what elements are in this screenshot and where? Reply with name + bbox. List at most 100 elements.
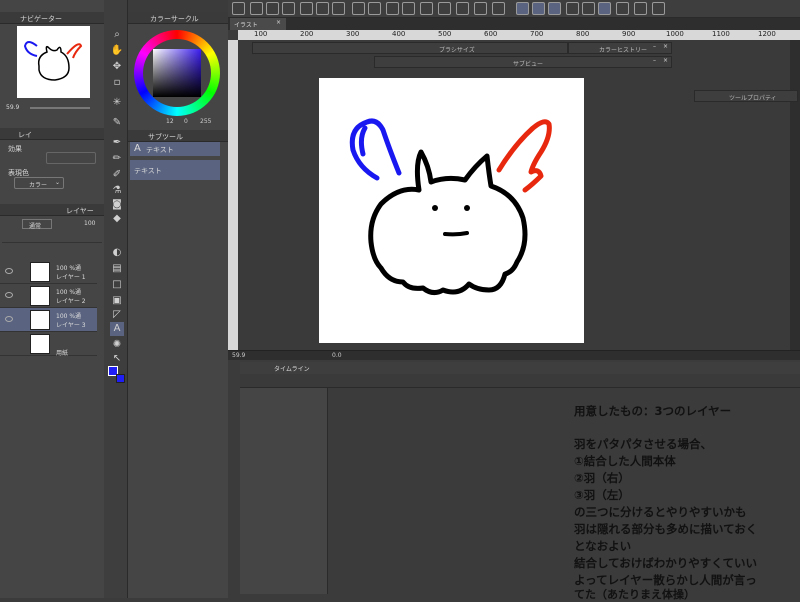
layer-panel-header: レイヤー	[0, 204, 104, 216]
canvas-tab[interactable]: イラスト ×	[230, 18, 286, 30]
sub-color-swatch[interactable]	[116, 374, 125, 383]
eye-icon[interactable]	[5, 316, 13, 322]
pencil-icon[interactable]: ✏	[110, 152, 124, 166]
subtool-tab[interactable]: サブツール	[148, 132, 183, 142]
brush-icon[interactable]: ✐	[110, 168, 124, 182]
note-title: 用意したもの：3つのレイヤー	[574, 404, 732, 418]
navigator-zoom[interactable]: 59.9	[6, 104, 19, 111]
brush-size-panel[interactable]: ブラシサイズ	[252, 42, 568, 54]
ruler-200: 200	[300, 30, 314, 38]
app-icon[interactable]	[232, 2, 245, 15]
deselect-icon[interactable]	[456, 2, 469, 15]
ruler-icon[interactable]: ◸	[110, 308, 124, 322]
frame-icon[interactable]: ▣	[110, 294, 124, 308]
close-icon[interactable]: ×	[276, 19, 281, 26]
zoom-icon[interactable]: ⌕	[110, 28, 124, 42]
eraser-icon[interactable]: ◆	[110, 212, 124, 226]
layer-property-tab[interactable]: レイ	[18, 130, 32, 140]
layer-row-2[interactable]: 100 %通 レイヤー 2	[0, 284, 97, 308]
minimize-icon[interactable]: –	[653, 43, 656, 50]
paper-canvas[interactable]	[319, 78, 584, 343]
snap-line-icon[interactable]	[532, 2, 545, 15]
help-icon[interactable]	[566, 2, 579, 15]
subtool-item-text[interactable]: テキスト	[130, 160, 220, 180]
move-icon[interactable]: ✥	[110, 60, 124, 74]
layer-panel-tab[interactable]: レイヤー	[66, 206, 94, 216]
effect-buttons[interactable]	[46, 152, 96, 164]
select-all-icon[interactable]	[474, 2, 487, 15]
selection-icon[interactable]: ✳	[110, 96, 124, 110]
layer-name: レイヤー 1	[56, 274, 86, 281]
canvas-angle-value[interactable]: 0.0	[332, 352, 342, 359]
layer-row-paper[interactable]: 用紙	[0, 332, 97, 357]
export3-icon[interactable]	[332, 2, 345, 15]
figure-icon[interactable]: □	[110, 278, 124, 292]
correct-line-icon[interactable]: ↖	[110, 352, 124, 366]
snap-ruler-icon[interactable]	[516, 2, 529, 15]
undo-icon[interactable]	[352, 2, 365, 15]
view-icon[interactable]	[598, 2, 611, 15]
sub-view-panel[interactable]: サブビュー – ×	[374, 56, 672, 68]
layer-opacity-value[interactable]: 100	[84, 220, 95, 227]
grid-icon[interactable]	[616, 2, 629, 15]
text-tool-icon[interactable]: A	[110, 322, 124, 336]
new-icon[interactable]	[250, 2, 263, 15]
navigator-tab[interactable]: ナビゲーター	[20, 14, 62, 24]
canvas-zoom-value[interactable]: 59.9	[232, 352, 245, 359]
decoration-icon[interactable]: ◙	[110, 198, 124, 212]
layer-row-1[interactable]: 100 %通 レイヤー 1	[0, 260, 97, 284]
save-icon[interactable]	[282, 2, 295, 15]
minimize-icon[interactable]: –	[653, 57, 656, 64]
saturation-square[interactable]	[153, 49, 201, 97]
ruler-1200: 1200	[758, 30, 776, 38]
gradient-icon[interactable]: ▤	[110, 262, 124, 276]
layer-row-3-selected[interactable]: 100 %通 レイヤー 3	[0, 308, 97, 332]
loading-icon[interactable]	[386, 2, 399, 15]
fill-icon[interactable]: ◐	[110, 246, 124, 260]
snap-curve-icon[interactable]	[548, 2, 561, 15]
ruler-100: 100	[254, 30, 268, 38]
eye-icon[interactable]	[5, 268, 13, 274]
tool-property-panel[interactable]: ツールプロパティ	[694, 90, 798, 102]
ruler-1000: 1000	[666, 30, 684, 38]
ruler-400: 400	[392, 30, 406, 38]
blend-mode-select[interactable]: 通常	[22, 219, 52, 230]
copy-icon[interactable]	[634, 2, 647, 15]
layer-thumbnail	[30, 310, 50, 330]
navigator-zoom-slider[interactable]	[30, 107, 90, 109]
thumb-icon[interactable]	[582, 2, 595, 15]
rgb-b-value[interactable]: 255	[200, 118, 211, 125]
rgb-r-value[interactable]: 12	[166, 118, 174, 125]
pen-icon[interactable]: ✒	[110, 136, 124, 150]
transform-icon[interactable]	[438, 2, 451, 15]
export2-icon[interactable]	[316, 2, 329, 15]
rgb-g-value[interactable]: 0	[184, 118, 188, 125]
balloon-icon[interactable]: ✺	[110, 338, 124, 352]
color-mode-select[interactable]: カラー ⌄	[14, 177, 64, 189]
select-icon[interactable]: ▫	[110, 76, 124, 90]
timeline-tab[interactable]: タイムライン	[274, 364, 310, 373]
export-icon[interactable]	[300, 2, 313, 15]
color-circle-header: カラーサークル	[128, 12, 228, 24]
invert-icon[interactable]	[492, 2, 505, 15]
color-circle-tab[interactable]: カラーサークル	[150, 14, 199, 24]
eye-icon[interactable]	[5, 292, 13, 298]
blend-mode-value: 通常	[29, 223, 42, 230]
open-icon[interactable]	[266, 2, 279, 15]
airbrush-icon[interactable]: ⚗	[110, 184, 124, 198]
clear-icon[interactable]	[402, 2, 415, 15]
cut-icon[interactable]	[652, 2, 665, 15]
redo-icon[interactable]	[368, 2, 381, 15]
layer-name: レイヤー 2	[56, 298, 86, 305]
close-icon[interactable]: ×	[663, 57, 668, 64]
subtool-group-text[interactable]: A テキスト	[130, 142, 220, 156]
close-icon[interactable]: ×	[663, 43, 668, 50]
canvas-scrollbar-v[interactable]	[790, 40, 800, 350]
layer-opacity: 100 %通	[56, 265, 82, 272]
color-wheel[interactable]	[134, 30, 220, 116]
fill-icon[interactable]	[420, 2, 433, 15]
color-history-panel[interactable]: カラーヒストリー – ×	[568, 42, 672, 54]
hand-icon[interactable]: ✋	[110, 44, 124, 58]
eyedropper-icon[interactable]: ✎	[110, 116, 124, 130]
note-line-4: ③羽（左）	[574, 488, 630, 502]
